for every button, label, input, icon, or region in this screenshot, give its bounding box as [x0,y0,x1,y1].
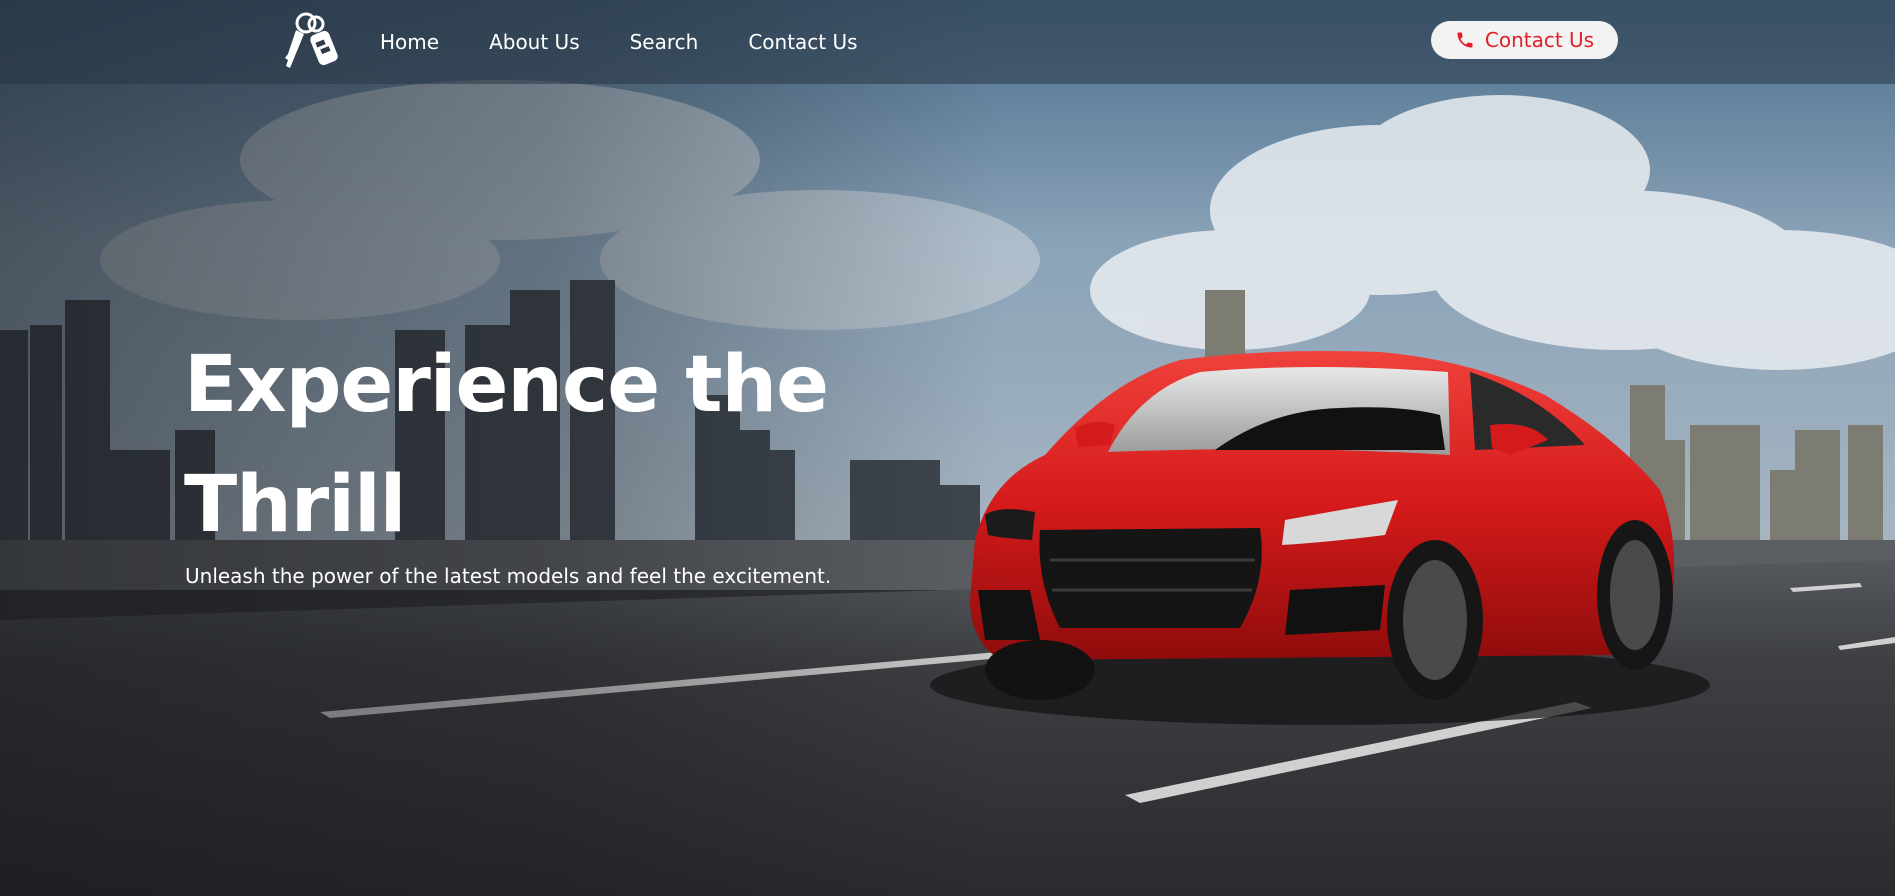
nav-search-link[interactable]: Search [630,30,699,54]
phone-icon [1455,30,1475,50]
contact-us-button[interactable]: Contact Us [1431,21,1618,59]
hero-title: Experience the Thrill [184,325,904,565]
nav-home-link[interactable]: Home [380,30,439,54]
hero-section: Experience the Thrill Unleash the power … [0,0,1895,896]
nav-about-link[interactable]: About Us [489,30,580,54]
hero-subtitle: Unleash the power of the latest models a… [185,564,832,588]
hero-title-line-2: Thrill [184,460,406,550]
car-keys-logo-icon[interactable] [278,10,344,70]
hero-title-line-1: Experience the [184,340,829,430]
top-navbar: Home About Us Search Contact Us Contact … [0,0,1895,84]
nav-links: Home About Us Search Contact Us [380,0,858,84]
nav-contact-link[interactable]: Contact Us [748,30,857,54]
contact-us-button-label: Contact Us [1484,28,1595,52]
